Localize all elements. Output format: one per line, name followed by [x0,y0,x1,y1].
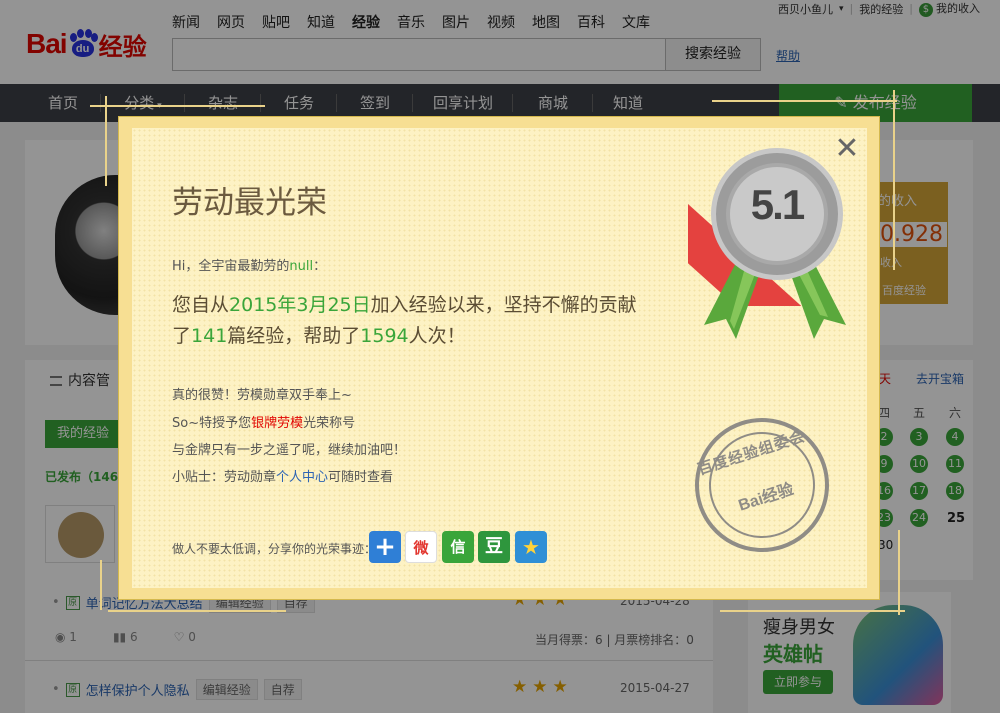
decorative-line [893,90,895,270]
decorative-line [712,100,897,102]
greeting-name: null [289,259,314,274]
share-plus-icon[interactable]: + [369,531,401,563]
close-icon[interactable]: ✕ [832,134,862,166]
decorative-line [90,105,265,107]
share-wechat-icon[interactable]: 信 [442,531,474,563]
decorative-line [100,560,102,610]
tip-line: 小贴士：劳动勋章个人中心可随时查看 [172,470,394,485]
decorative-line [108,610,286,612]
decorative-line [898,530,900,615]
join-date: 2015年3月25日 [229,294,371,316]
encourage-line: 与金牌只有一步之遥了呢，继续加油吧！ [172,443,407,458]
praise-line: 真的很赞！劳模勋章双手奉上~ [172,388,352,403]
share-weibo-icon[interactable]: 微 [405,531,437,563]
award-title: 银牌劳模 [251,416,304,431]
silver-medal-badge: 5.1 [711,148,843,280]
share-qzone-icon[interactable]: ★ [515,531,547,563]
decorative-line [105,96,107,186]
greeting: Hi，全宇宙最勤劳的null： [172,259,327,274]
title-award-line: So~特授予您银牌劳模光荣称号 [172,416,356,431]
share-douban-icon[interactable]: 豆 [478,531,510,563]
personal-center-link[interactable]: 个人中心 [276,470,328,485]
share-label: 做人不要太低调，分享你的光荣事迹： [172,542,377,556]
dialog-title: 劳动最光荣 [172,185,327,221]
experience-count: 141 [191,325,228,347]
badge-number: 5.1 [750,181,805,228]
helped-count: 1594 [360,325,409,347]
achievement-summary: 您自从2015年3月25日加入经验以来，坚持不懈的贡献了141篇经验，帮助了15… [172,294,637,347]
decorative-line [720,610,905,612]
